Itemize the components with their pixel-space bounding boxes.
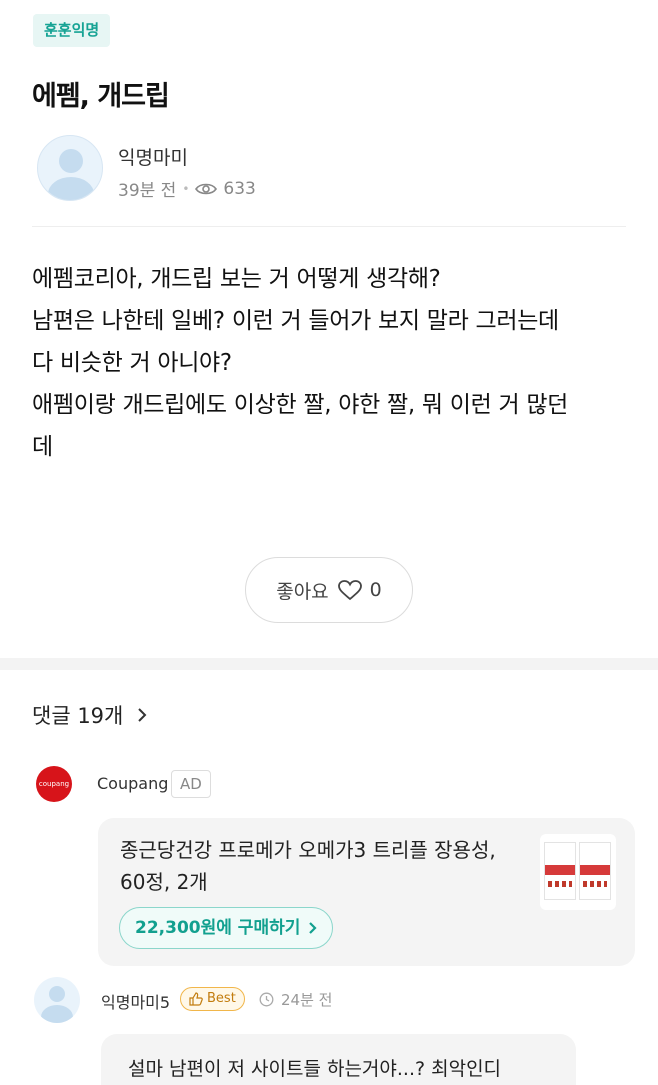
like-count: 0 <box>369 579 382 601</box>
comments-header[interactable]: 댓글 19개 <box>32 700 147 730</box>
post-title: 에펨, 개드립 <box>32 81 170 112</box>
buy-button-label: 22,300원에 구매하기 <box>135 918 301 938</box>
comment-header: 익명마미5 Best 24분 전 <box>34 977 634 1027</box>
ad-text-line: 종근당건강 프로메가 오메가3 트리플 장용성, <box>120 838 496 862</box>
ad-header: coupang Coupang AD <box>36 766 636 806</box>
ad-badge: AD <box>171 770 211 798</box>
like-button[interactable]: 좋아요 0 <box>245 557 413 623</box>
avatar-head <box>49 986 65 1002</box>
post-time: 39분 전 <box>118 181 177 201</box>
author-avatar[interactable] <box>37 135 103 201</box>
content-line: 다 비슷한 거 아니야? <box>32 350 232 376</box>
best-label: Best <box>207 991 236 1006</box>
avatar-body <box>48 177 94 200</box>
divider <box>32 226 626 227</box>
coupang-logo[interactable]: coupang <box>36 766 72 802</box>
best-badge: Best <box>180 987 245 1011</box>
avatar-body <box>41 1005 73 1023</box>
comment-time: 24분 전 <box>259 989 332 1010</box>
like-label: 좋아요 <box>276 580 329 603</box>
product-box <box>579 842 611 900</box>
content-line: 남편은 나한테 일베? 이런 거 들어가 보지 말라 그러는데 <box>32 308 559 334</box>
post-author: 익명마미 39분 전 • 633 <box>37 135 637 205</box>
content-line: 에펨코리아, 개드립 보는 거 어떻게 생각해? <box>32 266 441 292</box>
avatar-head <box>59 149 83 173</box>
comments-count: 댓글 19개 <box>32 704 124 728</box>
post-content: 에펨코리아, 개드립 보는 거 어떻게 생각해? 남편은 나한테 일베? 이런 … <box>32 258 632 468</box>
content-line: 데 <box>32 434 53 460</box>
post-meta: 39분 전 • 633 <box>118 176 256 202</box>
author-name[interactable]: 익명마미 <box>118 143 188 170</box>
section-separator <box>0 658 658 670</box>
heart-icon <box>337 579 363 601</box>
category-tag[interactable]: 훈훈익명 <box>33 14 111 47</box>
commenter-name[interactable]: 익명마미5 <box>101 989 170 1013</box>
content-line: 애펨이랑 개드립에도 이상한 짤, 야한 짤, 뭐 이런 거 많던 <box>32 392 569 418</box>
ad-text: 종근당건강 프로메가 오메가3 트리플 장용성, 60정, 2개 <box>120 834 520 898</box>
comment-time-text: 24분 전 <box>281 991 333 1009</box>
eye-icon <box>195 181 218 197</box>
clock-icon <box>259 992 274 1007</box>
view-count: 633 <box>223 178 256 199</box>
meta-separator: • <box>182 181 190 196</box>
chevron-right-icon <box>137 707 147 723</box>
commenter-avatar[interactable] <box>34 977 80 1023</box>
ad-advertiser[interactable]: Coupang <box>97 774 168 793</box>
buy-button[interactable]: 22,300원에 구매하기 <box>119 907 334 949</box>
product-image[interactable] <box>540 834 616 910</box>
comment-text: 설마 남편이 저 사이트들 하는거야...? 최악인디 <box>128 1058 502 1080</box>
thumbs-up-icon <box>189 992 203 1006</box>
comment-bubble: 설마 남편이 저 사이트들 하는거야...? 최악인디 <box>101 1034 576 1085</box>
ad-card[interactable]: 종근당건강 프로메가 오메가3 트리플 장용성, 60정, 2개 22,300원… <box>98 818 635 966</box>
chevron-right-icon <box>308 921 317 935</box>
ad-text-line: 60정, 2개 <box>120 870 208 894</box>
product-box <box>544 842 576 900</box>
